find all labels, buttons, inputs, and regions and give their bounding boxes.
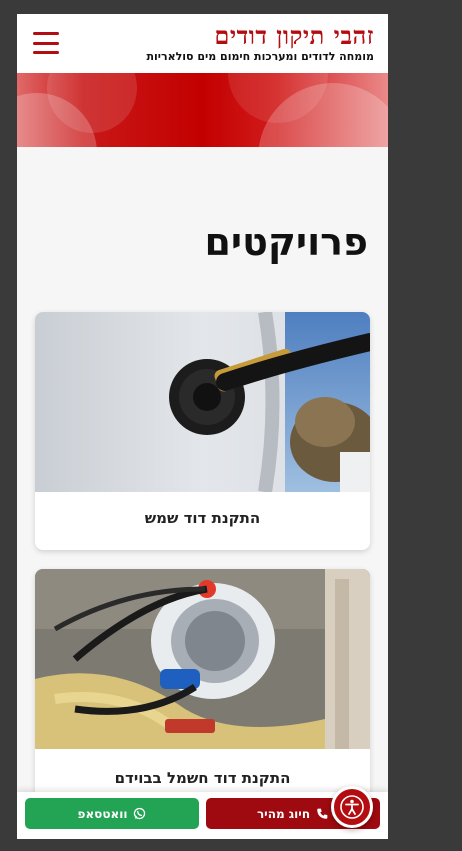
project-image-solar-heater <box>35 312 370 492</box>
whatsapp-icon <box>134 807 146 820</box>
project-card[interactable]: התקנת דוד שמש <box>35 312 370 550</box>
accessibility-icon <box>340 795 364 819</box>
accessibility-button[interactable] <box>331 786 373 828</box>
quick-call-label: חיוג מהיר <box>256 806 311 821</box>
whatsapp-label: וואטסאפ <box>77 806 128 821</box>
whatsapp-button[interactable]: וואטסאפ <box>25 798 199 829</box>
project-card[interactable]: התקנת דוד חשמל בבוידם <box>35 569 370 819</box>
page-viewport: זהבי תיקון דודים מומחה לדודים ומערכות חי… <box>17 14 388 839</box>
phone-icon <box>317 808 328 819</box>
project-title: התקנת דוד חשמל בבוידם <box>114 769 291 787</box>
menu-bar <box>33 51 59 54</box>
project-image-electric-heater <box>35 569 370 749</box>
page-title: פרויקטים <box>204 220 368 264</box>
brand-subtitle: מומחה לדודים ומערכות חימום מים סולאריות <box>146 50 374 63</box>
project-title: התקנת דוד שמש <box>144 509 261 527</box>
menu-bar <box>33 41 59 45</box>
menu-bar <box>33 32 59 35</box>
hamburger-menu-icon[interactable] <box>33 30 59 56</box>
site-logo[interactable]: זהבי תיקון דודים מומחה לדודים ומערכות חי… <box>146 22 374 64</box>
brand-title: זהבי תיקון דודים <box>214 21 374 50</box>
site-header: זהבי תיקון דודים מומחה לדודים ומערכות חי… <box>17 14 388 73</box>
hero-banner <box>17 73 388 147</box>
